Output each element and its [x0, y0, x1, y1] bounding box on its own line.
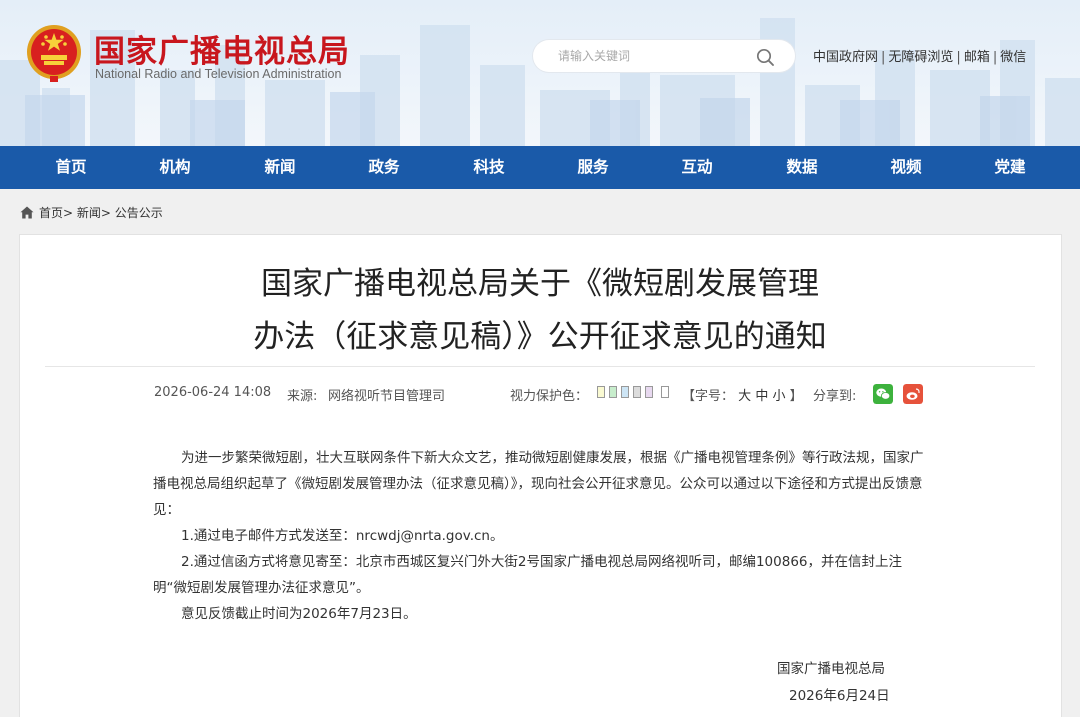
breadcrumb-announcements[interactable]: 公告公示 [115, 204, 163, 221]
feedback-item-email: 1.通过电子邮件方式发送至：nrcwdj@nrta.gov.cn。 [181, 528, 504, 544]
source-label: 来源: [287, 389, 318, 404]
signature: 国家广播电视总局 [777, 661, 885, 677]
nav-item-party-building[interactable]: 党建 [970, 146, 1050, 189]
article-body: 为进一步繁荣微短剧，壮大互联网条件下新大众文艺，推动微短剧健康发展，根据《广播电… [153, 445, 931, 627]
top-links: 中国政府网 | 无障碍浏览 | 邮箱 | 微信 [813, 46, 1026, 65]
feedback-deadline: 意见反馈截止时间为2026年7月23日。 [181, 606, 417, 622]
font-size-open: 【字号： [682, 389, 735, 404]
body-paragraph: 为进一步繁荣微短剧，壮大互联网条件下新大众文艺，推动微短剧健康发展，根据《广播电… [153, 450, 924, 518]
site-header: 国家广播电视总局 National Radio and Television A… [0, 0, 1080, 146]
article-title-line-1: 国家广播电视总局关于《微短剧发展管理 [261, 266, 819, 302]
nav-item-government-affairs[interactable]: 政务 [344, 146, 424, 189]
font-size-control: 【字号： 大 中 小 】 [682, 385, 803, 404]
signature-date: 2026年6月24日 [789, 688, 890, 704]
eye-care-swatch-white[interactable] [661, 386, 669, 398]
weibo-icon[interactable] [903, 384, 923, 404]
eye-care-swatch-yellow[interactable] [597, 386, 605, 398]
eye-care-swatch-gray[interactable] [633, 386, 641, 398]
gov-portal-link[interactable]: 中国政府网 [813, 50, 878, 65]
national-emblem-icon [27, 25, 81, 82]
site-title[interactable]: 国家广播电视总局 [94, 26, 350, 71]
wechat-icon[interactable] [873, 384, 893, 404]
wechat-link[interactable]: 微信 [1000, 50, 1026, 65]
mailbox-link[interactable]: 邮箱 [964, 50, 990, 65]
article-title: 国家广播电视总局关于《微短剧发展管理 办法（征求意见稿）》公开征求意见的通知 [0, 258, 1080, 364]
font-size-small[interactable]: 小 [772, 389, 785, 404]
nav-item-institutions[interactable]: 机构 [135, 146, 215, 189]
breadcrumb: 首页> 新闻> 公告公示 [20, 204, 163, 221]
font-size-close: 】 [789, 389, 803, 404]
share-label: 分享到: [813, 389, 857, 404]
eye-care-label: 视力保护色： [510, 389, 589, 404]
eye-care-swatch-purple[interactable] [645, 386, 653, 398]
source-value: 网络视听节目管理司 [328, 389, 446, 404]
font-size-large[interactable]: 大 [738, 389, 751, 404]
title-divider [45, 366, 1035, 367]
article-title-line-2: 办法（征求意见稿）》公开征求意见的通知 [253, 319, 827, 355]
feedback-item-letter: 2.通过信函方式将意见寄至：北京市西城区复兴门外大街2号国家广播电视总局网络视听… [153, 554, 903, 596]
nav-item-technology[interactable]: 科技 [449, 146, 529, 189]
font-size-medium[interactable]: 中 [755, 389, 768, 404]
separator: | [956, 50, 961, 65]
publish-date: 2026-06-24 14:08 [154, 385, 272, 400]
eye-care-swatch-green[interactable] [609, 386, 617, 398]
home-icon [20, 206, 34, 219]
nav-item-interaction[interactable]: 互动 [657, 146, 737, 189]
separator: | [992, 50, 998, 65]
search-icon[interactable] [754, 46, 776, 68]
nav-item-news[interactable]: 新闻 [240, 146, 320, 189]
search-input[interactable] [533, 40, 753, 72]
main-nav: 首页 机构 新闻 政务 科技 服务 互动 数据 视频 党建 [0, 146, 1080, 189]
nav-item-home[interactable]: 首页 [31, 146, 111, 189]
nav-item-video[interactable]: 视频 [866, 146, 946, 189]
site-subtitle: National Radio and Television Administra… [95, 67, 342, 81]
accessibility-link[interactable]: 无障碍浏览 [888, 50, 953, 65]
breadcrumb-news[interactable]: 新闻> [77, 204, 111, 221]
nav-item-data[interactable]: 数据 [762, 146, 842, 189]
breadcrumb-home[interactable]: 首页> [39, 204, 73, 221]
eye-care-swatch-blue[interactable] [621, 386, 629, 398]
nav-item-services[interactable]: 服务 [553, 146, 633, 189]
separator: | [881, 50, 886, 65]
